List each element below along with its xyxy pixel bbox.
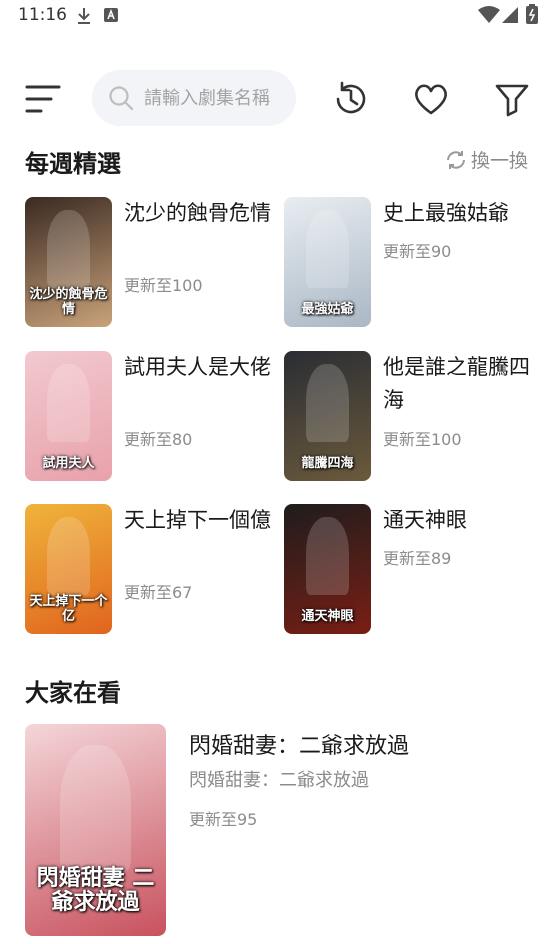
- drama-update: 更新至100: [383, 430, 462, 449]
- drama-cover[interactable]: 最強姑爺: [284, 197, 371, 327]
- cover-title-art: 最強姑爺: [301, 301, 354, 317]
- cover-title-art: 龍騰四海: [301, 455, 354, 471]
- battery-icon: [526, 4, 538, 24]
- drama-update: 更新至80: [124, 430, 193, 449]
- drama-card[interactable]: 最強姑爺 史上最強姑爺 更新至90: [284, 197, 534, 329]
- drama-title: 沈少的蝕骨危情: [124, 201, 271, 225]
- search-box[interactable]: [92, 70, 296, 126]
- drama-update: 更新至95: [189, 810, 258, 829]
- drama-title[interactable]: 閃婚甜妻：二爺求放過: [189, 728, 409, 760]
- drama-cover[interactable]: 通天神眼: [284, 504, 371, 634]
- drama-title: 試用夫人是大佬: [124, 355, 271, 379]
- cover-figure: [305, 210, 350, 288]
- drama-card[interactable]: 天上掉下一个亿 天上掉下一個億 更新至67: [25, 504, 275, 636]
- drama-cover[interactable]: 試用夫人: [25, 351, 112, 481]
- cover-figure: [46, 210, 91, 288]
- cover-title-art: 閃婚甜妻 二爺求放過: [36, 864, 155, 915]
- app-notification-icon: [104, 8, 118, 22]
- drama-card[interactable]: 龍騰四海 他是誰之龍騰四海 更新至100: [284, 351, 534, 483]
- signal-icon: [502, 7, 518, 23]
- drama-update: 更新至67: [124, 583, 193, 602]
- search-icon: [109, 86, 134, 111]
- cover-figure: [305, 517, 350, 595]
- wifi-icon: [478, 6, 500, 23]
- drama-card[interactable]: 通天神眼 通天神眼 更新至89: [284, 504, 534, 636]
- drama-cover[interactable]: 閃婚甜妻 二爺求放過: [25, 724, 166, 936]
- drama-title: 通天神眼: [383, 508, 467, 532]
- drama-update: 更新至89: [383, 549, 452, 568]
- cover-figure: [305, 364, 350, 442]
- refresh-button[interactable]: 換一換: [445, 146, 528, 173]
- refresh-icon: [446, 150, 465, 169]
- cover-figure: [46, 364, 91, 442]
- history-icon[interactable]: [332, 80, 370, 118]
- heart-icon[interactable]: [412, 80, 450, 118]
- drama-cover[interactable]: 沈少的蝕骨危情: [25, 197, 112, 327]
- drama-title: 他是誰之龍騰四海: [383, 355, 530, 412]
- cover-title-art: 試用夫人: [42, 455, 95, 471]
- menu-icon[interactable]: [24, 82, 62, 116]
- drama-title: 天上掉下一個億: [124, 508, 271, 532]
- drama-subtitle: 閃婚甜妻：二爺求放過: [189, 770, 369, 791]
- refresh-label: 換一換: [470, 150, 528, 172]
- cover-title-art: 通天神眼: [301, 608, 354, 624]
- drama-update: 更新至90: [383, 242, 452, 261]
- drama-card[interactable]: 沈少的蝕骨危情 沈少的蝕骨危情 更新至100: [25, 197, 275, 329]
- drama-cover[interactable]: 龍騰四海: [284, 351, 371, 481]
- cover-title-art: 沈少的蝕骨危情: [29, 287, 108, 317]
- popular-section-title: 大家在看: [25, 679, 121, 707]
- cover-figure: [60, 745, 131, 873]
- download-icon: [78, 8, 90, 24]
- status-time: 11:16: [18, 5, 67, 25]
- status-bar: 11:16: [0, 0, 554, 32]
- drama-cover[interactable]: 天上掉下一个亿: [25, 504, 112, 634]
- cover-title-art: 天上掉下一个亿: [29, 594, 108, 624]
- filter-icon[interactable]: [493, 80, 531, 118]
- weekly-section-title: 每週精選: [25, 150, 121, 178]
- drama-update: 更新至100: [124, 276, 203, 295]
- cover-figure: [46, 517, 91, 595]
- drama-title: 史上最強姑爺: [383, 201, 509, 225]
- search-input[interactable]: [142, 86, 296, 110]
- drama-card[interactable]: 試用夫人 試用夫人是大佬 更新至80: [25, 351, 275, 483]
- top-toolbar: [0, 70, 554, 126]
